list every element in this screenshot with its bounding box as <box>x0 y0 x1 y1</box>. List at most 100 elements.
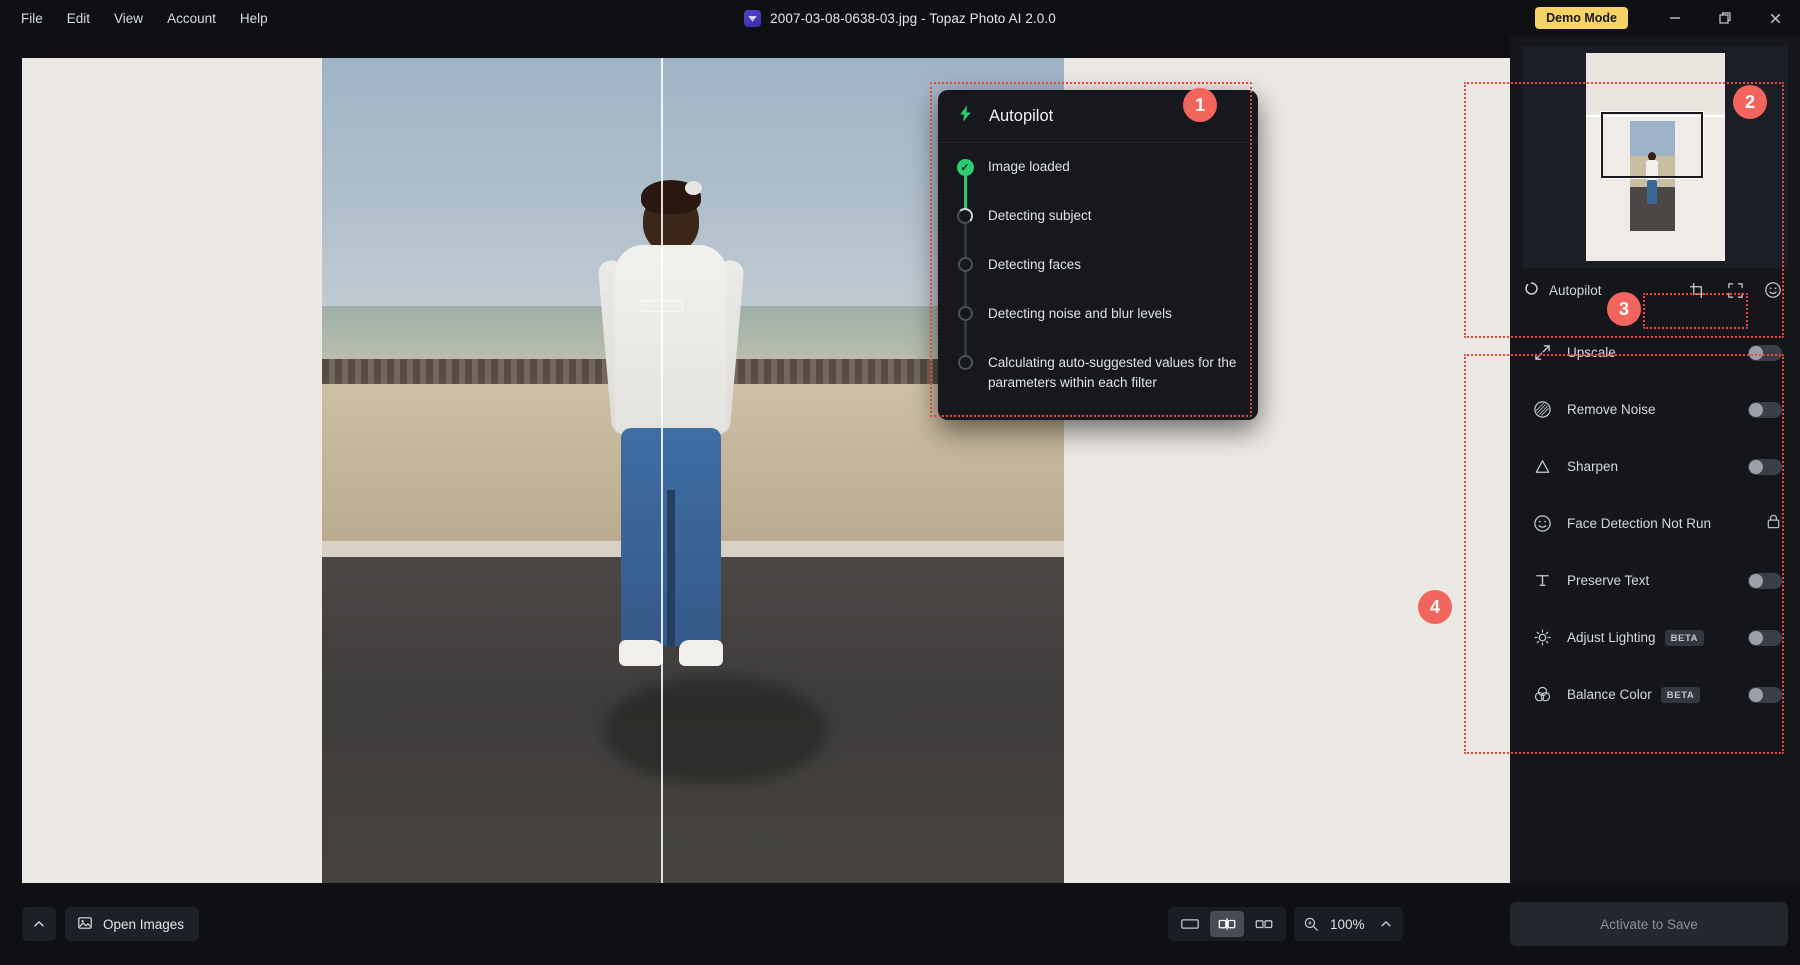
save-area: Activate to Save <box>1510 902 1788 946</box>
zoom-control-group: 100% <box>1294 907 1403 941</box>
filter-row-face-detection[interactable]: Face Detection Not Run <box>1522 495 1788 552</box>
upscale-toggle[interactable] <box>1748 345 1782 361</box>
navigator-tools <box>1686 279 1784 301</box>
window-controls: Demo Mode <box>1535 0 1800 36</box>
text-t-icon <box>1530 569 1554 593</box>
view-controls: 100% <box>1168 907 1403 941</box>
menu-item-edit[interactable]: Edit <box>56 5 101 32</box>
annotation-badge-1: 1 <box>1183 88 1217 122</box>
remove-noise-toggle[interactable] <box>1748 402 1782 418</box>
upscale-arrows-icon <box>1530 341 1554 365</box>
navigator-autopilot-label: Autopilot <box>1549 283 1602 298</box>
image-canvas[interactable] <box>22 58 1510 883</box>
photo-shadow <box>604 677 827 784</box>
spinner-icon <box>957 208 973 224</box>
fit-to-view-icon[interactable] <box>1724 279 1746 301</box>
filter-control <box>1748 402 1782 418</box>
annotation-badge-4: 4 <box>1418 590 1452 624</box>
filter-control <box>1748 630 1782 646</box>
step-indicator-pending <box>956 353 974 370</box>
sharpen-triangle-icon <box>1530 455 1554 479</box>
filter-label: Face Detection Not Run <box>1567 516 1711 531</box>
split-view-icon[interactable] <box>1210 911 1244 937</box>
crop-icon[interactable] <box>1686 279 1708 301</box>
sharpen-toggle[interactable] <box>1748 459 1782 475</box>
filter-row-remove-noise[interactable]: Remove Noise <box>1522 381 1788 438</box>
adjust-lighting-toggle[interactable] <box>1748 630 1782 646</box>
close-icon[interactable] <box>1750 0 1800 36</box>
canvas-area[interactable] <box>0 36 1510 883</box>
chevron-up-icon[interactable] <box>22 907 56 941</box>
autopilot-step: Calculating auto-suggested values for th… <box>956 353 1240 402</box>
step-label: Detecting subject <box>974 206 1092 226</box>
zoom-chevron-up-icon[interactable] <box>1379 917 1393 931</box>
autopilot-step: Detecting faces <box>956 255 1240 304</box>
filter-control <box>1748 345 1782 361</box>
window-title: 2007-03-08-0638-03.jpg - Topaz Photo AI … <box>770 11 1056 26</box>
title-bar: File Edit View Account Help 2007-03-08-0… <box>0 0 1800 36</box>
filter-list: Upscale Remove Noise <box>1522 324 1788 723</box>
view-mode-group <box>1168 907 1286 941</box>
bottom-bar: Open Images <box>0 883 1800 965</box>
navigator-thumbnail <box>1586 53 1725 261</box>
filter-control <box>1765 513 1782 535</box>
face-smiley-icon <box>1530 512 1554 536</box>
menu-item-view[interactable]: View <box>103 5 154 32</box>
filter-label: Sharpen <box>1567 459 1618 474</box>
filter-label: Adjust Lighting <box>1567 630 1656 645</box>
spinner-icon <box>1524 281 1539 299</box>
filter-control <box>1748 687 1782 703</box>
filter-label: Upscale <box>1567 345 1616 360</box>
face-select-icon[interactable] <box>1762 279 1784 301</box>
navigator-viewport-rect[interactable] <box>1601 112 1703 178</box>
noise-circle-icon <box>1530 398 1554 422</box>
filter-label: Remove Noise <box>1567 402 1656 417</box>
beta-badge: BETA <box>1665 630 1705 646</box>
lock-icon <box>1765 513 1782 535</box>
pending-circle-icon <box>958 306 973 321</box>
activate-to-save-button[interactable]: Activate to Save <box>1510 902 1788 946</box>
menu-item-account[interactable]: Account <box>156 5 227 32</box>
split-view-divider[interactable] <box>661 58 663 883</box>
menu-item-file[interactable]: File <box>10 5 54 32</box>
magnifier-icon[interactable] <box>1303 916 1319 932</box>
step-indicator-done: ✓ <box>956 157 974 176</box>
menu-item-help[interactable]: Help <box>229 5 279 32</box>
filter-row-upscale[interactable]: Upscale <box>1522 324 1788 381</box>
zoom-level-label: 100% <box>1330 917 1368 932</box>
split-view-handle[interactable] <box>641 300 683 312</box>
pending-circle-icon <box>958 355 973 370</box>
open-images-button[interactable]: Open Images <box>65 907 199 941</box>
filter-control <box>1748 573 1782 589</box>
step-label: Calculating auto-suggested values for th… <box>974 353 1240 392</box>
filter-label: Balance Color <box>1567 687 1652 702</box>
autopilot-step: Detecting noise and blur levels <box>956 304 1240 353</box>
image-icon <box>77 915 93 934</box>
restore-icon[interactable] <box>1700 0 1750 36</box>
check-icon: ✓ <box>957 159 974 176</box>
filter-row-adjust-lighting[interactable]: Adjust Lighting BETA <box>1522 609 1788 666</box>
step-indicator-in-progress <box>956 206 974 224</box>
beta-badge: BETA <box>1661 687 1701 703</box>
main-body: Autopilot <box>0 36 1800 883</box>
step-label: Image loaded <box>974 157 1070 177</box>
demo-mode-badge[interactable]: Demo Mode <box>1535 7 1628 29</box>
navigator-autopilot-status: Autopilot <box>1524 281 1602 299</box>
single-view-icon[interactable] <box>1173 911 1207 937</box>
balance-color-toggle[interactable] <box>1748 687 1782 703</box>
step-indicator-pending <box>956 304 974 321</box>
minimize-icon[interactable] <box>1650 0 1700 36</box>
preserve-text-toggle[interactable] <box>1748 573 1782 589</box>
navigator-footer: Autopilot <box>1522 268 1788 312</box>
navigator-preview[interactable] <box>1522 46 1788 268</box>
autopilot-card: Autopilot ✓ Image loaded Detecting subje… <box>938 90 1258 420</box>
filter-row-sharpen[interactable]: Sharpen <box>1522 438 1788 495</box>
side-by-side-view-icon[interactable] <box>1247 911 1281 937</box>
autopilot-step: Detecting subject <box>956 206 1240 255</box>
menu-bar: File Edit View Account Help <box>0 5 279 32</box>
filter-row-preserve-text[interactable]: Preserve Text <box>1522 552 1788 609</box>
filter-row-balance-color[interactable]: Balance Color BETA <box>1522 666 1788 723</box>
open-images-label: Open Images <box>103 917 184 932</box>
autopilot-step: ✓ Image loaded <box>956 157 1240 206</box>
color-venn-icon <box>1530 683 1554 707</box>
